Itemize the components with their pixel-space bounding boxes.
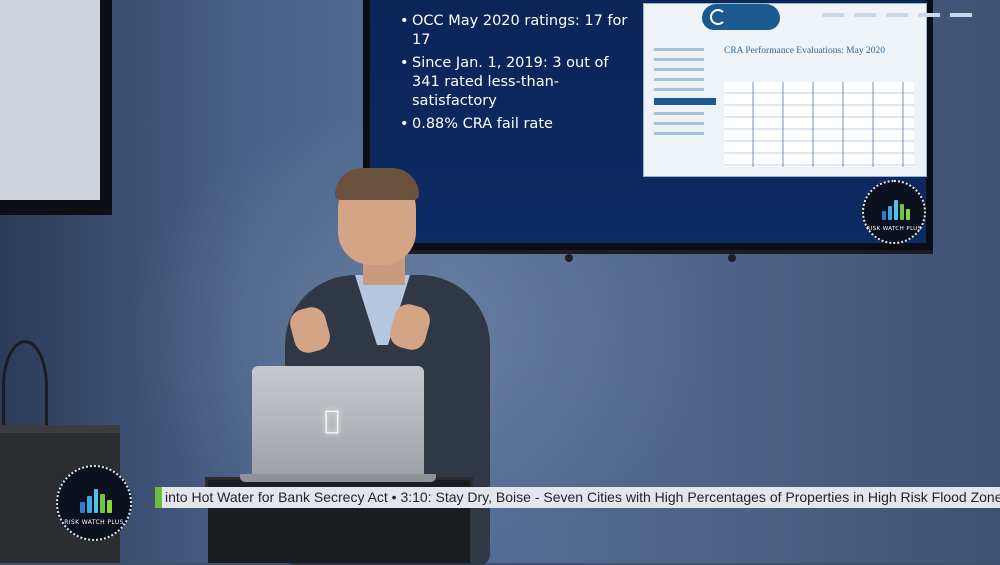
- logo-text: RISK WATCH PLUS: [866, 226, 922, 232]
- logo-bar: [894, 200, 898, 220]
- logo-text: RISK WATCH PLUS: [64, 519, 124, 526]
- webpage-nav: [822, 13, 977, 17]
- logo-bar: [888, 206, 892, 220]
- slide-webpage-screenshot: CRA Performance Evaluations: May 2020: [643, 3, 977, 177]
- slide-bullet: 0.88% CRA fail rate: [400, 115, 640, 134]
- side-monitor: [0, 0, 112, 215]
- logo-bar: [100, 493, 106, 513]
- laptop-lid: : [252, 366, 424, 480]
- logo-bar: [80, 502, 85, 513]
- bar-chart-icon: [882, 200, 910, 220]
- logo-bar: [882, 211, 886, 220]
- microphone-stand: [2, 340, 48, 433]
- news-ticker: into Hot Water for Bank Secrecy Act • 3:…: [155, 487, 1000, 508]
- webpage-header: [702, 4, 977, 30]
- logo-bar: [86, 496, 92, 513]
- presenter-hair: [335, 168, 419, 200]
- ticker-text: into Hot Water for Bank Secrecy Act • 3:…: [165, 489, 1000, 505]
- side-monitor-screen: [0, 0, 100, 200]
- apple-logo-icon: : [324, 406, 340, 436]
- bar-chart-icon: [80, 489, 112, 513]
- risk-watch-plus-logo: RISK WATCH PLUS: [56, 465, 132, 541]
- logo-bar: [107, 499, 112, 513]
- laptop-base: [240, 474, 436, 482]
- tv-mount-knob: [728, 254, 736, 262]
- webpage-table: [724, 82, 914, 167]
- logo-bar: [906, 209, 910, 220]
- slide-bullet-list: OCC May 2020 ratings: 17 for 17 Since Ja…: [400, 8, 640, 134]
- risk-watch-plus-logo: RISK WATCH PLUS: [862, 180, 926, 244]
- tv-mount-knob: [565, 254, 573, 262]
- webpage-title: CRA Performance Evaluations: May 2020: [724, 46, 885, 56]
- ticker-accent: [155, 487, 162, 508]
- occ-logo-icon: [710, 9, 726, 25]
- webpage-sidebar: [654, 48, 716, 148]
- slide-bullet: OCC May 2020 ratings: 17 for 17: [400, 12, 640, 50]
- slide-bullet: Since Jan. 1, 2019: 3 out of 341 rated l…: [400, 54, 640, 111]
- logo-bar: [93, 489, 99, 513]
- logo-bar: [900, 204, 904, 220]
